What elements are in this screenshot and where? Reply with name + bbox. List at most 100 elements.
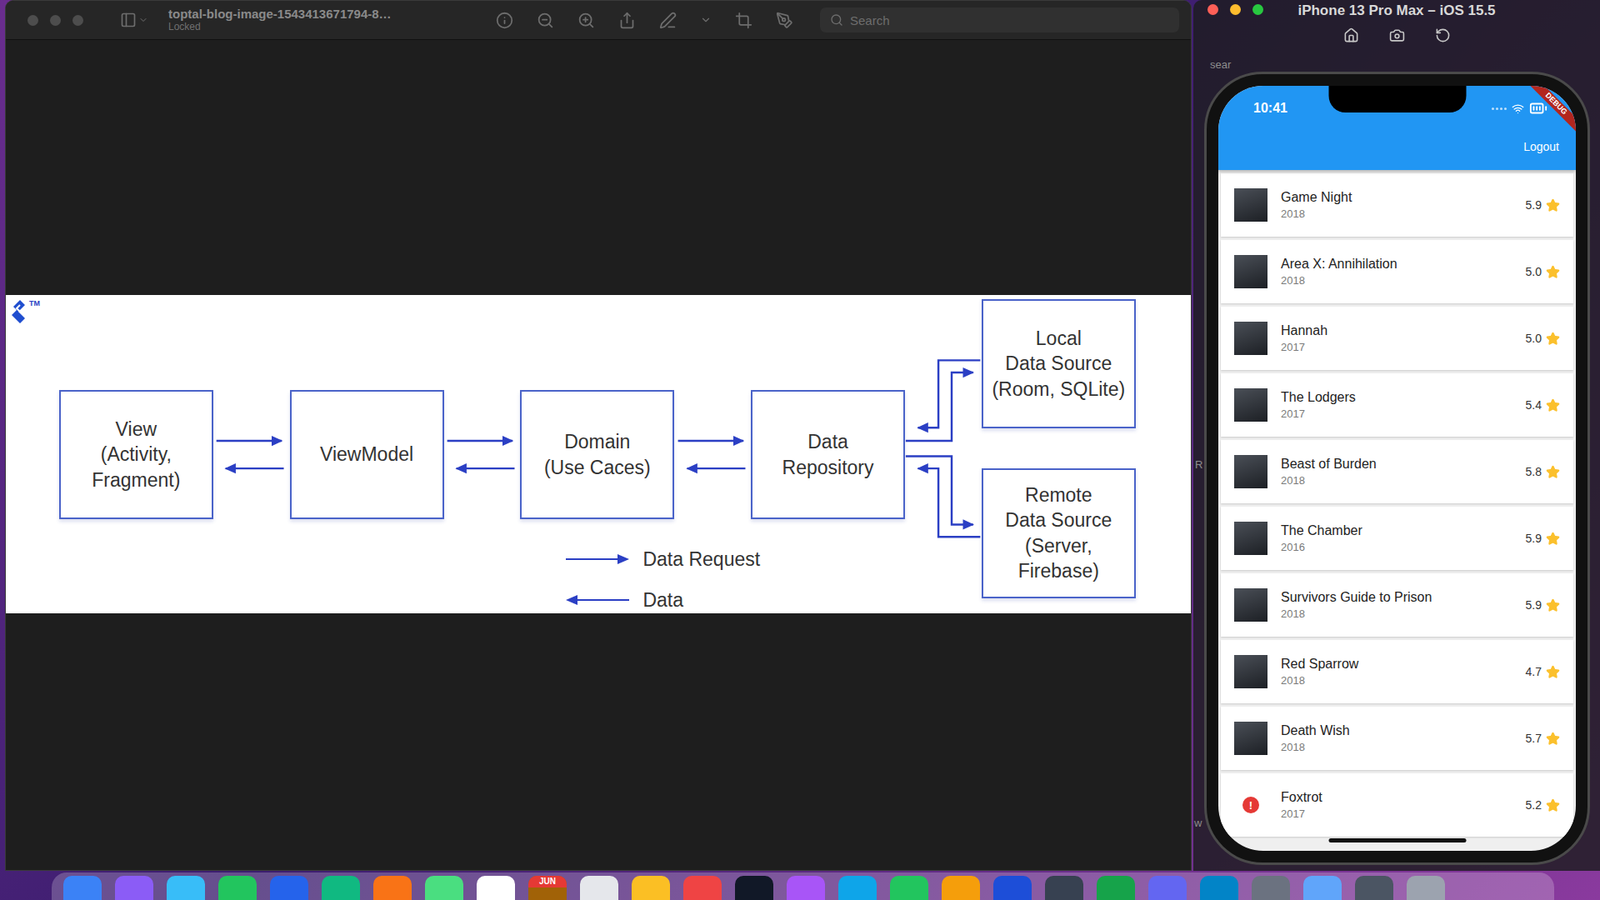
movie-row[interactable]: The Chamber20165.9 (1220, 506, 1574, 570)
dock-app-icon[interactable] (1355, 875, 1394, 900)
chevron-down-icon[interactable] (700, 14, 712, 26)
movie-info: Game Night2018 (1280, 190, 1513, 220)
movie-year: 2016 (1280, 540, 1513, 554)
dock-app-icon[interactable] (373, 875, 412, 900)
movie-info: Death Wish2018 (1280, 723, 1513, 754)
dock-app-icon[interactable] (270, 875, 309, 900)
zoom-in-icon[interactable] (577, 11, 595, 30)
dock-app-icon[interactable] (580, 875, 619, 900)
notch (1328, 85, 1466, 113)
movie-row[interactable]: Death Wish2018 5.7 (1220, 706, 1574, 770)
home-icon[interactable] (1343, 27, 1360, 44)
rating-value: 5.9 (1525, 198, 1542, 212)
chevron-down-icon (138, 15, 149, 25)
diagram-node: ViewModel (290, 390, 445, 520)
movie-year: 2018 (1280, 207, 1513, 220)
movie-row[interactable]: Beast of Burden2018 5.8 (1220, 440, 1574, 504)
dock-app-icon[interactable] (476, 875, 515, 900)
connector-arrow (447, 440, 513, 442)
zoom-out-icon[interactable] (536, 11, 555, 30)
movie-row[interactable]: Hannah2017 5.0 (1220, 306, 1574, 370)
share-icon[interactable] (618, 11, 636, 30)
movie-row[interactable]: Red Sparrow20184.7 (1220, 640, 1574, 704)
star-icon (1545, 465, 1560, 480)
dock-app-icon[interactable] (838, 875, 877, 900)
toolbar-icons (495, 11, 794, 30)
info-icon[interactable] (495, 11, 514, 30)
movie-info: Hannah2017 (1280, 323, 1513, 354)
movie-title: Beast of Burden (1280, 456, 1513, 472)
dock-app-icon[interactable] (1148, 875, 1187, 900)
dock-app-icon[interactable] (321, 875, 360, 900)
arrow-left-icon (565, 593, 630, 607)
desktop: toptal-blog-image-1543413671794-8…Locked… (0, 0, 1600, 900)
rating-value: 5.7 (1525, 731, 1542, 745)
dock-app-icon[interactable] (1251, 875, 1290, 900)
dock-app-icon[interactable] (683, 875, 722, 900)
dock-app-icon[interactable] (735, 875, 774, 900)
movie-year: 2017 (1280, 407, 1513, 420)
movie-title: Area X: Annihilation (1280, 256, 1513, 272)
dock-app-icon[interactable]: JUN (528, 875, 567, 900)
phone-area: DEBUG10:41LogoutGame Night20185.9Area X:… (1193, 53, 1600, 871)
star-icon (1545, 798, 1560, 813)
close-button[interactable] (27, 15, 39, 26)
markup-pen-icon[interactable] (659, 11, 677, 30)
preview-content: TMView (Activity, Fragment)ViewModelDoma… (5, 40, 1191, 870)
signal-icon (1491, 107, 1507, 110)
status-icons (1491, 99, 1548, 118)
movie-rating: 5.0 (1525, 331, 1560, 346)
movie-row[interactable]: Area X: Annihilation20185.0 (1220, 240, 1574, 304)
dock-app-icon[interactable] (890, 875, 929, 900)
dock-app-icon[interactable] (786, 875, 825, 900)
dock-app-icon[interactable] (425, 875, 464, 900)
simulator-titlebar: iPhone 13 Pro Max – iOS 15.5 (1193, 0, 1600, 54)
movie-info: The Chamber2016 (1280, 523, 1513, 554)
zoom-button[interactable] (1252, 4, 1264, 15)
dock-app-icon[interactable] (1406, 875, 1445, 900)
rating-value: 5.8 (1525, 465, 1542, 479)
movie-row[interactable]: Survivors Guide to Prison20185.9 (1220, 573, 1574, 637)
minimize-button[interactable] (1230, 4, 1241, 15)
movie-info: Beast of Burden2018 (1280, 456, 1513, 487)
dock-app-icon[interactable] (1303, 875, 1342, 900)
close-button[interactable] (1207, 4, 1219, 15)
movie-poster (1234, 188, 1268, 222)
dock-app-icon[interactable] (1045, 875, 1084, 900)
markup-icon[interactable] (775, 11, 794, 30)
minimize-button[interactable] (50, 15, 61, 26)
screenshot-icon[interactable] (1389, 27, 1405, 44)
movie-poster (1234, 721, 1268, 755)
movie-year: 2017 (1280, 340, 1513, 354)
dock-app-icon[interactable] (63, 875, 102, 900)
dock-app-icon[interactable] (631, 875, 670, 900)
dock-app-icon[interactable] (1200, 875, 1239, 900)
home-indicator (1328, 838, 1466, 843)
zoom-button[interactable] (72, 15, 84, 26)
diagram-node: Local Data Source (Room, SQLite) (981, 299, 1136, 430)
legend-label: Data Request (642, 548, 760, 572)
search-icon (830, 13, 844, 27)
dock-app-icon[interactable] (115, 875, 154, 900)
logout-button[interactable]: Logout (1523, 140, 1560, 154)
movie-row[interactable]: The Lodgers20175.4 (1220, 373, 1574, 437)
dock-app-icon[interactable] (941, 875, 980, 900)
crop-icon[interactable] (735, 11, 753, 30)
dock-app-icon[interactable] (218, 875, 257, 900)
dock-app-icon[interactable] (993, 875, 1032, 900)
movie-title: The Chamber (1280, 523, 1513, 539)
movie-year: 2018 (1280, 274, 1513, 287)
star-icon (1545, 731, 1560, 746)
dock-app-icon[interactable] (166, 875, 205, 900)
rotate-icon[interactable] (1435, 27, 1451, 44)
movie-row[interactable]: Game Night2018 5.9 (1220, 173, 1574, 237)
dock-app-icon[interactable] (1096, 875, 1135, 900)
rating-value: 5.4 (1525, 398, 1542, 412)
search-field[interactable]: Search (820, 7, 1180, 33)
diagram-node: Remote Data Source (Server, Firebase) (981, 468, 1136, 599)
movie-title: Hannah (1280, 323, 1513, 339)
toptal-logo: TM (10, 298, 40, 324)
sidebar-toggle[interactable] (120, 11, 149, 29)
movie-list: Game Night2018 5.9 Area X: Annihilation 201… (1218, 170, 1576, 851)
movie-row[interactable]: !Foxtrot20175.2 (1220, 773, 1574, 837)
